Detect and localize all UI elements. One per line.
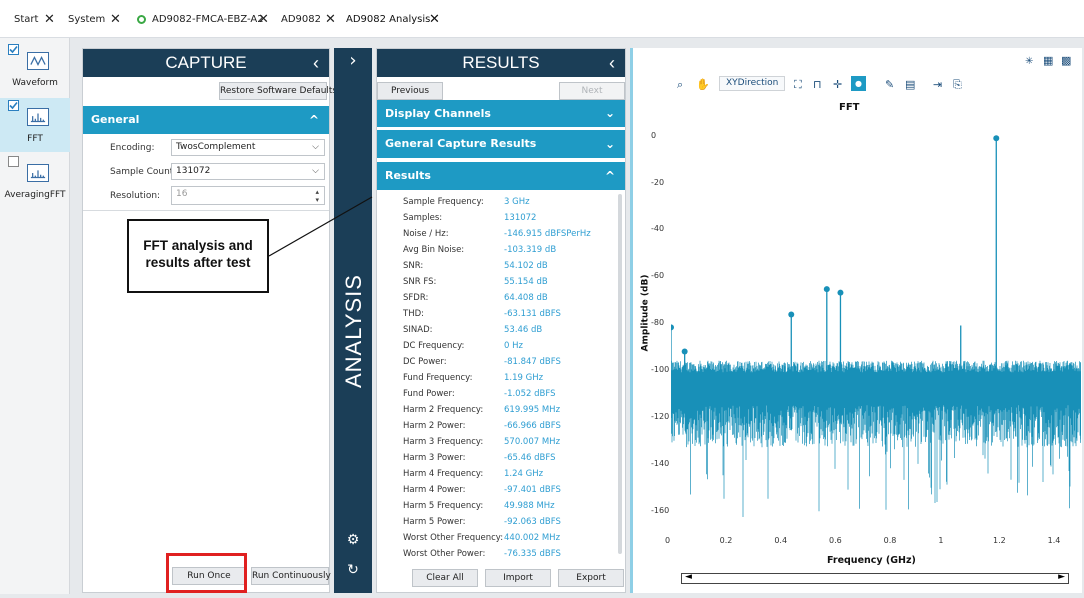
run-once-highlight <box>166 553 247 593</box>
annotation-callout: FFT analysis and results after test <box>127 219 269 293</box>
annotation-pointer <box>268 196 373 257</box>
